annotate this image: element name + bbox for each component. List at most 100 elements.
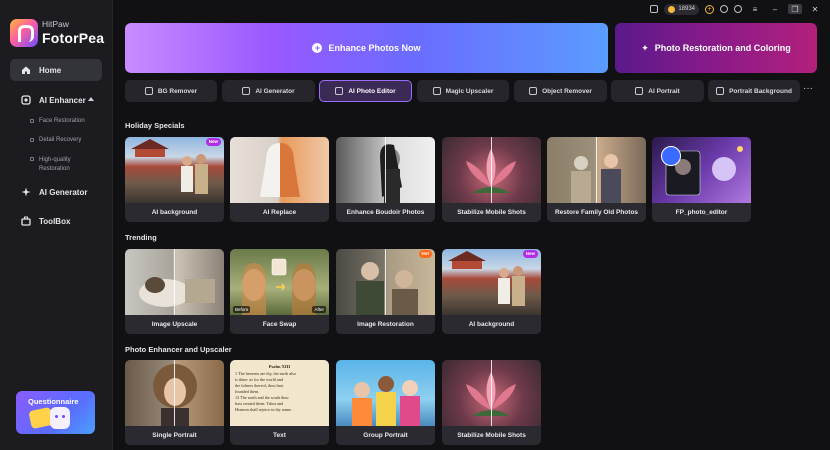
detail-icon xyxy=(30,138,34,142)
new-badge: New xyxy=(522,250,538,258)
section-title-enhancer: Photo Enhancer and Upscaler xyxy=(125,345,232,354)
maximize-icon[interactable]: ❐ xyxy=(788,4,802,14)
compare-divider xyxy=(385,249,386,315)
card-enhance-boudoir[interactable]: Enhance Boudoir Photos xyxy=(336,137,435,222)
tool-magic-upscaler[interactable]: Magic Upscaler xyxy=(417,80,509,102)
sidebar-sub-detail-recovery[interactable]: Detail Recovery xyxy=(30,137,81,143)
enhance-photos-button[interactable]: + Enhance Photos Now xyxy=(125,23,608,73)
card-label: AI background xyxy=(442,315,541,334)
bg-remover-icon xyxy=(144,87,153,95)
enhance-photos-label: Enhance Photos Now xyxy=(328,43,421,53)
card-label: Text xyxy=(230,426,329,445)
magic-wand-icon: ✦ xyxy=(641,42,649,53)
card-image-upscale[interactable]: Image Upscale xyxy=(125,249,224,334)
brand-name: FotorPea xyxy=(42,30,105,46)
tool-object-remover[interactable]: Object Remover xyxy=(514,80,607,102)
mascot-icon xyxy=(50,407,70,429)
sparkle-icon xyxy=(21,187,31,197)
compare-divider xyxy=(491,360,492,426)
sidebar-sub-hq-restoration[interactable]: High-quality Restoration xyxy=(30,156,90,174)
card-image-restoration[interactable]: Hot Image Restoration xyxy=(336,249,435,334)
hot-badge: Hot xyxy=(418,250,432,258)
card-image xyxy=(442,137,541,203)
tool-portrait-background[interactable]: Portrait Background xyxy=(708,80,800,102)
sidebar-item-ai-enhancer[interactable]: AI Enhancer xyxy=(10,89,102,111)
section-title-trending: Trending xyxy=(125,233,157,242)
home-icon xyxy=(21,65,31,75)
chevron-up-icon xyxy=(88,97,94,101)
tool-label: Magic Upscaler xyxy=(445,87,494,95)
card-text[interactable]: Psalm XIII 1 The heavens are thy, the ea… xyxy=(230,360,329,445)
card-restore-family-old[interactable]: Restore Family Old Photos xyxy=(547,137,646,222)
sidebar-item-ai-generator[interactable]: AI Generator xyxy=(10,181,102,203)
card-face-swap[interactable]: Before After Face Swap xyxy=(230,249,329,334)
tool-label: BG Remover xyxy=(157,87,198,95)
card-image xyxy=(442,360,541,426)
sidebar-item-label: AI Enhancer xyxy=(39,95,86,105)
tool-bg-remover[interactable]: BG Remover xyxy=(125,80,217,102)
tool-label: AI Generator xyxy=(255,87,295,95)
sidebar-item-label: ToolBox xyxy=(39,216,71,226)
photo-editor-icon xyxy=(335,87,344,95)
card-image xyxy=(336,360,435,426)
card-stabilize-mobile-2[interactable]: Stabilize Mobile Shots xyxy=(442,360,541,445)
card-image xyxy=(547,137,646,203)
sidebar-sub-label: High-quality Restoration xyxy=(39,157,71,172)
card-label: FP_photo_editor xyxy=(652,203,751,222)
compare-divider xyxy=(596,137,597,203)
section-title-holiday: Holiday Specials xyxy=(125,121,185,130)
account-icon[interactable] xyxy=(734,5,742,13)
after-tag: After xyxy=(312,306,326,313)
menu-icon[interactable]: ≡ xyxy=(748,4,762,14)
tool-label: AI Photo Editor xyxy=(348,87,396,95)
photo-restoration-label: Photo Restoration and Coloring xyxy=(654,43,791,53)
questionnaire-banner[interactable]: Questionnaire xyxy=(16,391,95,434)
card-ai-replace[interactable]: AI Replace xyxy=(230,137,329,222)
photo-restoration-button[interactable]: ✦ Photo Restoration and Coloring xyxy=(615,23,817,73)
credits-badge[interactable]: 18934 xyxy=(664,3,699,15)
sidebar: HitPaw FotorPea Home AI Enhancer Face Re… xyxy=(0,0,113,450)
sidebar-item-home[interactable]: Home xyxy=(10,59,102,81)
card-image: Psalm XIII 1 The heavens are thy, the ea… xyxy=(230,360,329,426)
card-image: New xyxy=(125,137,224,203)
card-stabilize-mobile[interactable]: Stabilize Mobile Shots xyxy=(442,137,541,222)
tool-ai-generator[interactable]: AI Generator xyxy=(222,80,315,102)
card-label: Enhance Boudoir Photos xyxy=(336,203,435,222)
card-ai-background-2[interactable]: New AI background xyxy=(442,249,541,334)
tool-ai-photo-editor[interactable]: AI Photo Editor xyxy=(319,80,412,102)
compare-divider xyxy=(385,137,386,203)
close-icon[interactable]: ✕ xyxy=(808,4,822,14)
sidebar-item-toolbox[interactable]: ToolBox xyxy=(10,210,102,232)
credits-count: 18934 xyxy=(678,6,695,12)
card-label: Image Upscale xyxy=(125,315,224,334)
more-tools-icon[interactable]: ··· xyxy=(797,80,819,102)
tool-label: AI Portrait xyxy=(648,87,680,95)
editor-photo-icon xyxy=(661,146,681,166)
toolbox-icon xyxy=(21,216,31,226)
tool-ai-portrait[interactable]: AI Portrait xyxy=(611,80,704,102)
before-tag: Before xyxy=(233,306,251,313)
card-fp-photo-editor[interactable]: FP_photo_editor xyxy=(652,137,751,222)
sidebar-sub-label: Detail Recovery xyxy=(39,137,82,143)
minimize-icon[interactable]: – xyxy=(768,4,782,14)
card-image xyxy=(230,137,329,203)
card-label: Stabilize Mobile Shots xyxy=(442,426,541,445)
plus-icon: + xyxy=(312,43,323,53)
card-label: Restore Family Old Photos xyxy=(547,203,646,222)
card-single-portrait[interactable]: Single Portrait xyxy=(125,360,224,445)
sidebar-sub-face-restoration[interactable]: Face Restoration xyxy=(30,118,85,124)
temple-couple-image xyxy=(131,139,208,194)
new-badge: New xyxy=(205,138,221,146)
add-credits-icon[interactable]: + xyxy=(705,4,714,14)
card-group-portrait[interactable]: Group Portrait xyxy=(336,360,435,445)
sidebar-sub-label: Face Restoration xyxy=(39,118,85,124)
questionnaire-label: Questionnaire xyxy=(28,397,79,406)
sidebar-item-label: Home xyxy=(39,65,62,75)
fotorpea-logo-icon xyxy=(10,19,38,47)
message-icon[interactable] xyxy=(650,5,659,13)
help-icon[interactable] xyxy=(720,5,728,13)
portrait-icon xyxy=(635,87,644,95)
card-ai-background[interactable]: New AI background xyxy=(125,137,224,222)
tool-label: Object Remover xyxy=(542,87,592,95)
portrait-bg-icon xyxy=(716,87,725,95)
